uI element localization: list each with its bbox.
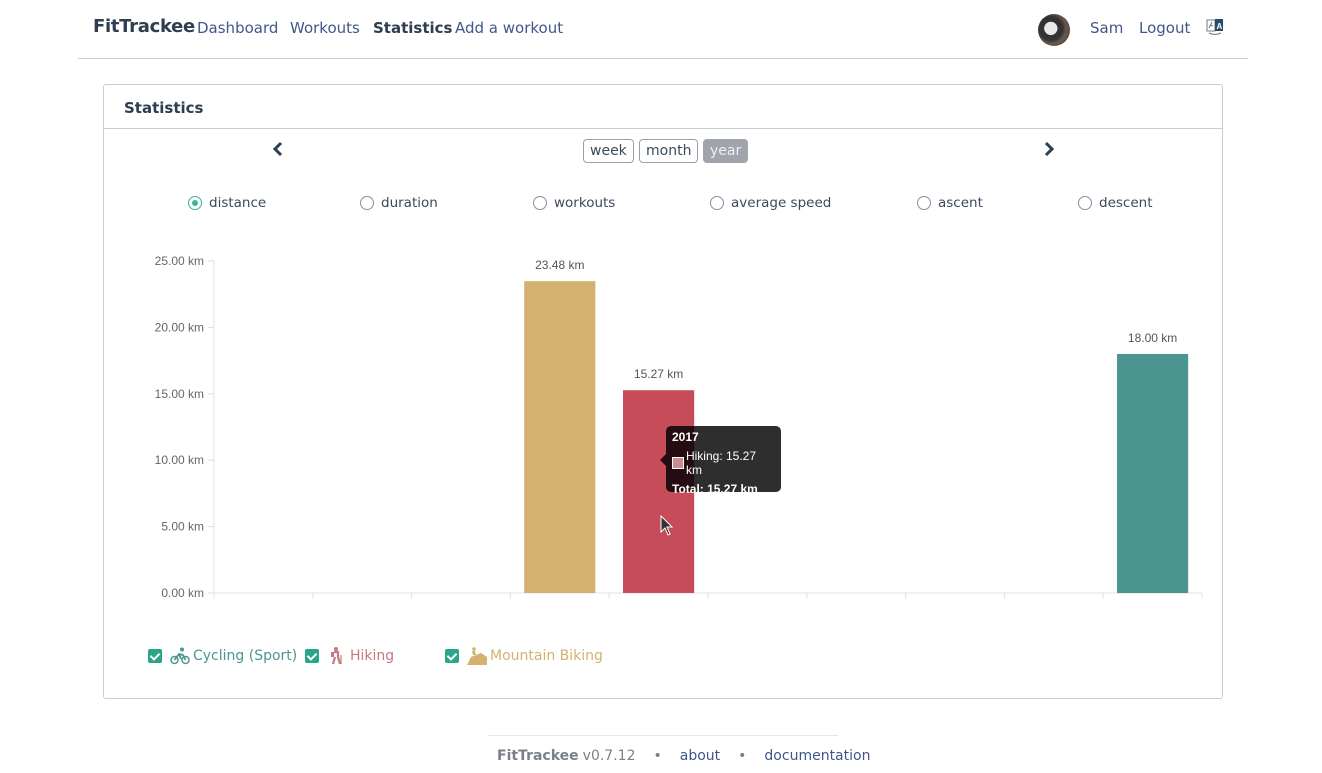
statistics-card: Statistics week month year distance dura… [103, 84, 1223, 699]
tooltip-swatch [672, 457, 684, 469]
tooltip-row: Hiking: 15.27 km [672, 449, 775, 477]
period-year-button[interactable]: year [703, 139, 749, 163]
legend-label: Mountain Biking [490, 648, 603, 664]
tooltip-total: Total: 15.27 km [672, 482, 758, 496]
radio-circle[interactable] [188, 196, 202, 210]
hiking-icon [331, 647, 342, 665]
card-title: Statistics [104, 85, 1222, 129]
x-tick-label: 2022 [1139, 603, 1166, 605]
y-tick-label: 5.00 km [161, 520, 204, 534]
radio-circle[interactable] [533, 196, 547, 210]
nav-logout[interactable]: Logout [1139, 19, 1190, 37]
cycling-icon [170, 647, 190, 665]
radio-label: workouts [554, 195, 616, 211]
metric-workouts-radio[interactable]: workouts [533, 195, 615, 211]
nav-workouts[interactable]: Workouts [290, 19, 360, 37]
bar-2016-mountain-biking [524, 281, 596, 593]
nav-dashboard[interactable]: Dashboard [197, 19, 278, 37]
bar-2022-cycling-sport- [1117, 353, 1189, 593]
legend-cycling-sport[interactable]: Cycling (Sport) [148, 647, 297, 665]
y-tick-label: 20.00 km [155, 320, 204, 334]
period-month-button[interactable]: month [639, 139, 699, 163]
footer-about-link[interactable]: about [680, 748, 720, 764]
footer-version: v0.7.12 [582, 748, 636, 764]
x-tick-label: 2014 [349, 603, 376, 605]
legend-checkbox[interactable] [445, 649, 459, 663]
radio-circle[interactable] [710, 196, 724, 210]
metric-average-speed-radio[interactable]: average speed [710, 195, 831, 211]
distance-bar-chart: 0.00 km 5.00 km 10.00 km 15.00 km 20.00 km 25… [155, 254, 1203, 605]
x-tick-label: 2019 [843, 603, 870, 605]
y-tick-label: 10.00 km [155, 453, 204, 467]
x-tick-label: 2017 [645, 603, 672, 605]
chart-tooltip: 2017 Hiking: 15.27 km Total: 15.27 km [660, 426, 781, 496]
bar-total-label: 23.48 km [535, 258, 584, 272]
metric-distance-radio[interactable]: distance [188, 195, 266, 211]
footer-brand: FitTrackee [497, 748, 579, 764]
avatar[interactable] [1038, 14, 1070, 46]
tooltip-title: 2017 [672, 430, 699, 444]
legend-checkbox[interactable] [148, 649, 162, 663]
metric-duration-radio[interactable]: duration [360, 195, 438, 211]
legend-label: Hiking [350, 648, 395, 664]
bar-total-label: 15.27 km [634, 367, 683, 381]
x-tick-label: 2016 [546, 603, 573, 605]
radio-label: duration [381, 195, 438, 211]
y-tick-label: 0.00 km [161, 586, 204, 600]
radio-circle[interactable] [360, 196, 374, 210]
footer-documentation-link[interactable]: documentation [764, 748, 870, 764]
chevron-right-icon[interactable] [1042, 141, 1056, 157]
chevron-left-icon[interactable] [271, 141, 285, 157]
legend-label: Cycling (Sport) [193, 648, 298, 664]
mouse-cursor-icon [660, 515, 674, 536]
x-tick-label: 2020 [942, 603, 969, 605]
nav-add-workout[interactable]: Add a workout [455, 19, 563, 37]
legend-mountain-biking[interactable]: Mountain Biking [445, 647, 603, 665]
x-tick-label: 2015 [448, 603, 475, 605]
mountain-biking-icon [467, 647, 487, 665]
nav-statistics[interactable]: Statistics [373, 19, 452, 37]
bar-total-label: 18.00 km [1128, 331, 1177, 345]
x-tick-label: 2013 [250, 603, 277, 605]
brand-logo[interactable]: FitTrackee [93, 16, 195, 37]
nav-user-profile[interactable]: Sam [1090, 19, 1123, 37]
period-week-button[interactable]: week [583, 139, 634, 163]
tooltip-row-text: Hiking: 15.27 km [685, 449, 757, 477]
radio-circle[interactable] [917, 196, 931, 210]
radio-label: descent [1099, 195, 1153, 211]
legend-checkbox[interactable] [305, 649, 319, 663]
legend-hiking[interactable]: Hiking [305, 647, 394, 665]
footer: FitTrackee v0.7.12 • about • documentati… [488, 735, 870, 764]
navbar: FitTrackee Dashboard Workouts Statistics… [78, 0, 1248, 59]
y-tick-label: 25.00 km [155, 254, 204, 268]
radio-label: average speed [731, 195, 832, 211]
footer-separator: • [738, 748, 747, 764]
metric-descent-radio[interactable]: descent [1078, 195, 1153, 211]
footer-separator: • [653, 748, 662, 764]
svg-text:A: A [1217, 22, 1223, 31]
radio-label: ascent [938, 195, 983, 211]
metric-ascent-radio[interactable]: ascent [917, 195, 983, 211]
translate-icon[interactable]: A [1206, 17, 1224, 37]
radio-label: distance [209, 195, 267, 211]
x-tick-label: 2021 [1040, 603, 1067, 605]
radio-circle[interactable] [1078, 196, 1092, 210]
y-tick-label: 15.00 km [155, 387, 204, 401]
x-tick-label: 2018 [744, 603, 771, 605]
